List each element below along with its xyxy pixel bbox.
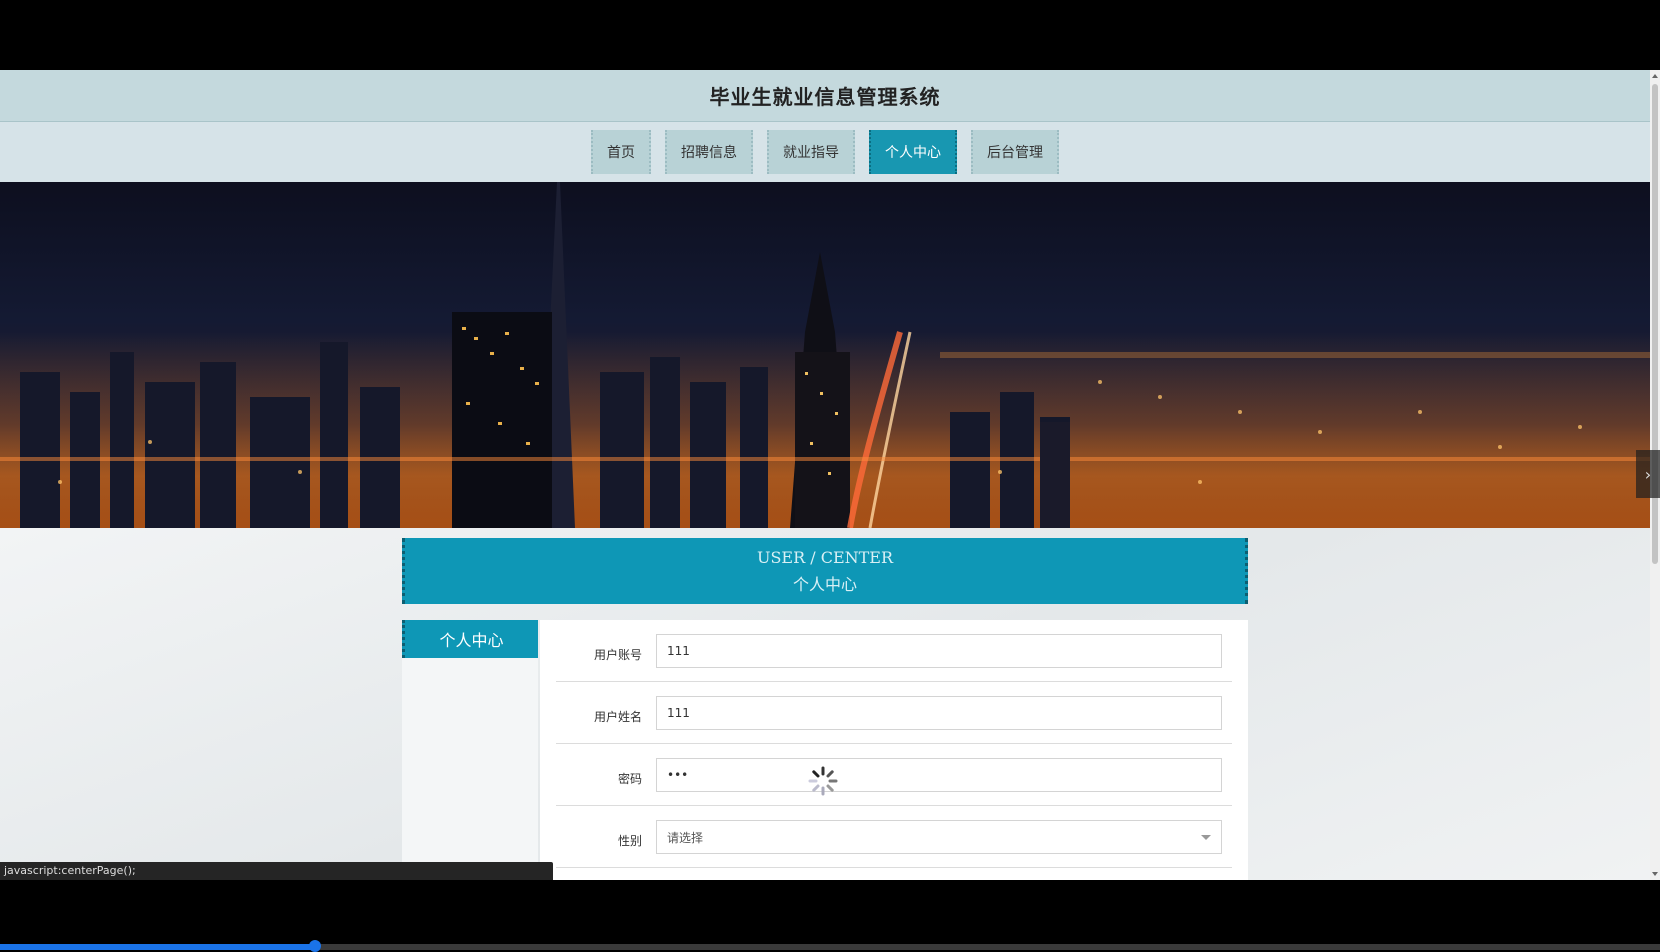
account-input[interactable]: 111 xyxy=(656,634,1222,668)
name-input[interactable]: 111 xyxy=(656,696,1222,730)
side-panel: 个人中心 xyxy=(402,620,538,880)
gender-select[interactable]: 请选择 xyxy=(656,820,1222,854)
browser-viewport: 毕业生就业信息管理系统 首页 招聘信息 就业指导 个人中心 后台管理 USER … xyxy=(0,70,1660,880)
gender-label: 性别 xyxy=(617,834,642,848)
video-progress-bar[interactable] xyxy=(0,940,1660,952)
banner-title-en: USER / CENTER xyxy=(756,548,894,567)
video-progress-knob[interactable] xyxy=(309,940,322,952)
nav-item-user-center[interactable]: 个人中心 xyxy=(869,130,957,174)
hero-city-night-image xyxy=(0,182,1650,528)
nav-item-career-guidance[interactable]: 就业指导 xyxy=(767,130,855,174)
loading-spinner-icon xyxy=(808,766,838,796)
site-header: 毕业生就业信息管理系统 xyxy=(0,70,1650,122)
form-row-gender: 性别 请选择 xyxy=(556,806,1232,868)
password-label: 密码 xyxy=(617,772,642,786)
main-nav: 首页 招聘信息 就业指导 个人中心 后台管理 xyxy=(0,122,1650,182)
nav-item-admin[interactable]: 后台管理 xyxy=(971,130,1059,174)
browser-status-bar: javascript:centerPage(); xyxy=(0,862,553,880)
section-banner: USER / CENTER 个人中心 xyxy=(402,538,1248,604)
form-row-account: 用户账号 111 xyxy=(556,620,1232,682)
password-input[interactable]: ••• xyxy=(656,758,1222,792)
nav-item-home[interactable]: 首页 xyxy=(591,130,651,174)
video-progress-fill xyxy=(0,944,316,950)
banner-title-cn: 个人中心 xyxy=(792,575,857,594)
gender-select-value: 请选择 xyxy=(667,830,704,845)
name-label: 用户姓名 xyxy=(593,710,642,724)
scroll-down-arrow-icon[interactable] xyxy=(1652,872,1658,876)
profile-form: 用户账号 111 用户姓名 111 密码 ••• 性别 请选择 xyxy=(540,620,1248,880)
nav-item-recruitment[interactable]: 招聘信息 xyxy=(665,130,753,174)
side-tab-user-center[interactable]: 个人中心 xyxy=(402,620,538,658)
chevron-down-icon xyxy=(1201,835,1211,840)
scroll-up-arrow-icon[interactable] xyxy=(1652,74,1658,78)
site-title: 毕业生就业信息管理系统 xyxy=(709,85,941,109)
form-row-name: 用户姓名 111 xyxy=(556,682,1232,744)
account-label: 用户账号 xyxy=(593,648,642,662)
form-row-password: 密码 ••• xyxy=(556,744,1232,806)
chevron-right-icon[interactable]: › xyxy=(1636,450,1660,498)
